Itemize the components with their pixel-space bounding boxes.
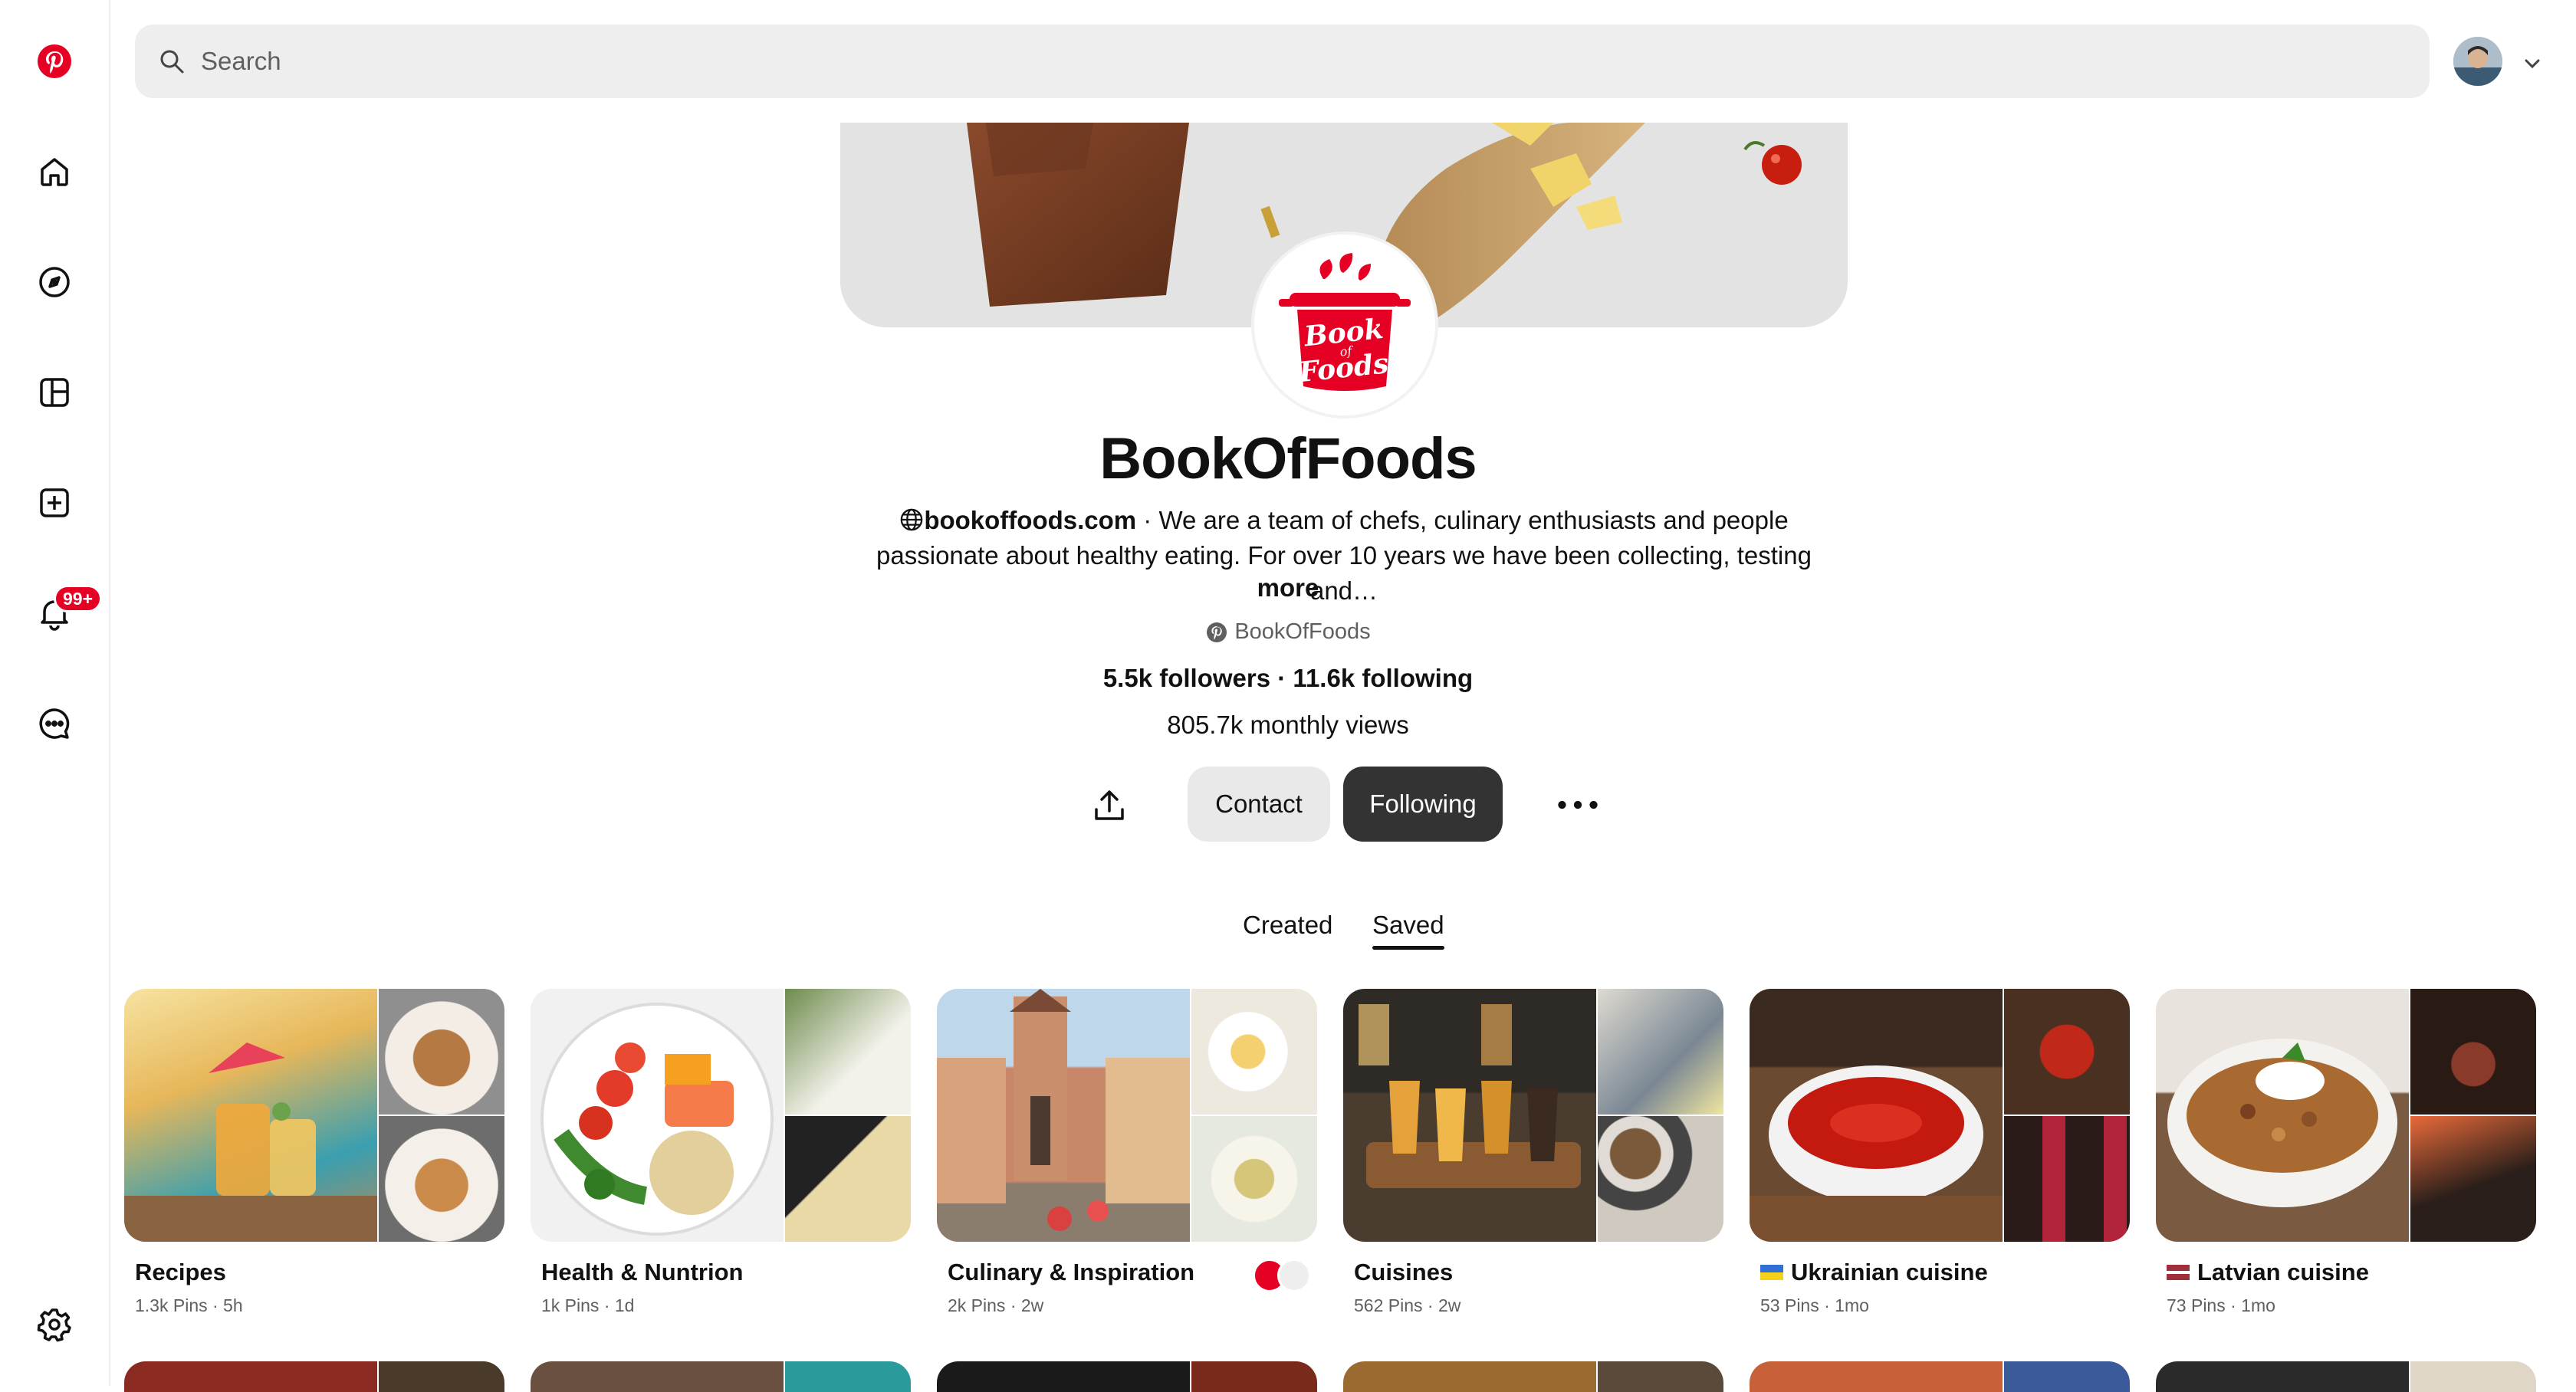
monthly-views: 805.7k monthly views bbox=[1167, 711, 1409, 739]
following-button[interactable]: Following bbox=[1343, 767, 1503, 842]
active-tab-indicator bbox=[1372, 946, 1444, 950]
share-button[interactable] bbox=[1085, 781, 1134, 830]
board-card-partial[interactable] bbox=[1750, 1361, 2130, 1392]
board-card[interactable]: Culinary & Inspiration 2k Pins · 2w bbox=[937, 989, 1317, 1316]
board-meta: 2k Pins · 2w bbox=[948, 1295, 1044, 1315]
profile-handle[interactable]: BookOfFoods bbox=[0, 619, 2576, 645]
board-meta: 1.3k Pins · 5h bbox=[135, 1295, 243, 1315]
followers-count[interactable]: 5.5k followers bbox=[1103, 664, 1270, 692]
more-icon bbox=[1558, 800, 1598, 809]
avatar[interactable] bbox=[2453, 37, 2502, 86]
board-title: Health & Nuntrion bbox=[541, 1259, 744, 1285]
search-bar[interactable] bbox=[135, 25, 2430, 98]
following-count[interactable]: 11.6k following bbox=[1293, 664, 1473, 692]
tab-created[interactable]: Created bbox=[1243, 911, 1332, 940]
pinterest-logo-icon[interactable] bbox=[30, 37, 79, 86]
profile-website-link[interactable]: bookoffoods.com bbox=[924, 506, 1136, 534]
explore-icon[interactable] bbox=[30, 258, 79, 307]
bio-more-link[interactable]: more bbox=[0, 573, 2576, 602]
globe-icon bbox=[901, 508, 923, 531]
profile-stats: 5.5k followers · 11.6k following bbox=[0, 664, 2576, 693]
settings-icon[interactable] bbox=[30, 1300, 79, 1349]
board-cover bbox=[124, 989, 504, 1242]
board-meta: 1k Pins · 1d bbox=[541, 1295, 635, 1315]
chevron-down-icon[interactable] bbox=[2519, 51, 2545, 77]
pinterest-small-icon bbox=[1207, 622, 1227, 642]
tab-saved[interactable]: Saved bbox=[1372, 911, 1444, 940]
board-cover bbox=[937, 989, 1317, 1242]
board-cover bbox=[1343, 989, 1723, 1242]
stats-separator: · bbox=[1270, 664, 1293, 692]
profile-name: BookOfFoods bbox=[1099, 426, 1477, 491]
collaborator-avatar bbox=[1277, 1259, 1311, 1292]
ukraine-flag-icon bbox=[1760, 1265, 1783, 1280]
board-meta: 53 Pins · 1mo bbox=[1760, 1295, 1869, 1315]
bio-separator: · bbox=[1136, 506, 1159, 534]
board-title: Latvian cuisine bbox=[2197, 1259, 2369, 1285]
board-title: Cuisines bbox=[1354, 1259, 1454, 1285]
left-nav-rail: 99+ bbox=[0, 0, 110, 1386]
board-title: Ukrainian cuisine bbox=[1791, 1259, 1988, 1285]
board-card-partial[interactable] bbox=[1343, 1361, 1723, 1392]
share-icon bbox=[1095, 790, 1124, 820]
contact-button[interactable]: Contact bbox=[1188, 767, 1330, 842]
board-title: Culinary & Inspiration bbox=[948, 1259, 1195, 1285]
search-input[interactable] bbox=[199, 46, 2349, 77]
board-cover bbox=[1750, 989, 2130, 1242]
board-card-partial[interactable] bbox=[124, 1361, 504, 1392]
board-card-partial[interactable] bbox=[937, 1361, 1317, 1392]
dashboard-icon[interactable] bbox=[30, 368, 79, 417]
board-card-partial[interactable] bbox=[531, 1361, 911, 1392]
board-card[interactable]: Cuisines 562 Pins · 2w bbox=[1343, 989, 1723, 1316]
board-card[interactable]: Latvian cuisine 73 Pins · 1mo bbox=[2156, 989, 2536, 1316]
home-icon[interactable] bbox=[30, 147, 79, 196]
latvia-flag-icon bbox=[2167, 1265, 2190, 1280]
board-cover bbox=[2156, 989, 2536, 1242]
board-card[interactable]: Ukrainian cuisine 53 Pins · 1mo bbox=[1750, 989, 2130, 1316]
board-meta: 73 Pins · 1mo bbox=[2167, 1295, 2275, 1315]
board-card-partial[interactable] bbox=[2156, 1361, 2536, 1392]
board-collaborators bbox=[1253, 1259, 1311, 1292]
search-icon bbox=[160, 50, 184, 74]
board-card[interactable]: Recipes 1.3k Pins · 5h bbox=[124, 989, 504, 1316]
board-card[interactable]: Health & Nuntrion 1k Pins · 1d bbox=[531, 989, 911, 1316]
more-options-button[interactable] bbox=[1553, 780, 1602, 829]
board-meta: 562 Pins · 2w bbox=[1354, 1295, 1461, 1315]
profile-logo: Book of Foods bbox=[1251, 231, 1438, 419]
board-cover bbox=[531, 989, 911, 1242]
profile-handle-text: BookOfFoods bbox=[1234, 619, 1371, 644]
board-title: Recipes bbox=[135, 1259, 226, 1285]
